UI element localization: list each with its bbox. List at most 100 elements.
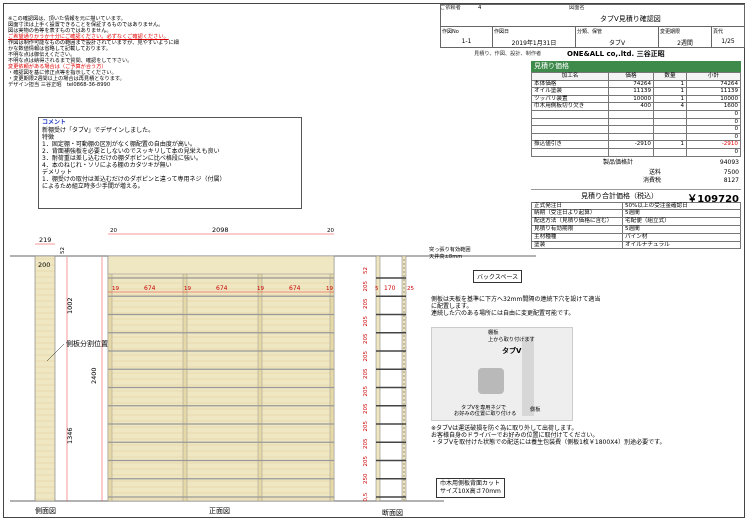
section-hole: [403, 483, 405, 485]
section-hole: [403, 479, 405, 481]
front-post: [182, 255, 188, 502]
front-height-label: 2400: [90, 367, 98, 384]
back-space-tag: バックスペース: [473, 270, 523, 283]
side-width-label: 219: [39, 236, 51, 244]
section-hole: [403, 319, 405, 321]
section-pitch-label: 205: [363, 368, 369, 379]
bay-width-3: 674: [289, 285, 301, 292]
section-hole: [403, 287, 405, 289]
section-hole: [403, 267, 405, 269]
section-hole: [403, 363, 405, 365]
photo-bracket: [478, 368, 504, 394]
tsuppari-label: 突っ張り有効範囲: [429, 247, 471, 253]
section-pitch-label: 205: [363, 421, 369, 432]
section-hole: [403, 419, 405, 421]
section-pitch-label: 52: [363, 267, 369, 274]
section-hole: [403, 343, 405, 345]
section-hole: [403, 375, 405, 377]
section-hole: [403, 455, 405, 457]
section-hole: [403, 491, 405, 493]
shipping-note-line: お客様自身のドライバーでお好みの位置に取付けてください。: [431, 432, 599, 439]
view-label-side: 側面図: [35, 506, 56, 515]
section-width-label: 170: [384, 285, 396, 292]
section-post-label: 5: [375, 286, 379, 292]
section-hole: [403, 323, 405, 325]
section-hole: [403, 399, 405, 401]
section-hole: [403, 275, 405, 277]
section-hole: [403, 427, 405, 429]
section-hole: [403, 383, 405, 385]
section-hole: [403, 311, 405, 313]
section-hole: [403, 431, 405, 433]
section-pitch-label: 250: [363, 473, 369, 484]
drawing-sheet: ご依頼者 4 図面名 タブV見積り確認図 作図No 1-1 作図日 2019年1月3…: [3, 3, 745, 518]
front-view: [107, 255, 335, 502]
section-hole: [403, 279, 405, 281]
hole-note-line: 側板は天板を基準に下方へ32mm間隔の連続下穴を設けて適当: [431, 296, 601, 303]
section-hole: [403, 447, 405, 449]
section-hole: [403, 463, 405, 465]
section-view: 52 205 205 205 205 205 205 205 205 205 205 205 250 0,…: [363, 255, 407, 502]
shipping-note-line: ・タブVを取付けた状態での配送には養生包装費（側板1枚￥1800X4）別途必要で…: [431, 439, 666, 446]
front-margin-right: 20: [327, 228, 334, 234]
post-width-2: 19: [184, 286, 191, 292]
hole-note: 側板は天板を基準に下方へ32mm間隔の連続下穴を設けて適当 に配置します。 連続…: [431, 296, 600, 317]
section-pitch-label: 205: [363, 386, 369, 397]
post-width-1: 19: [112, 286, 119, 292]
shipping-note-line: ※タブVは運送破損を防ぐ為に取り外して出荷します。: [431, 425, 578, 432]
section-hole: [403, 259, 405, 261]
section-hole: [403, 411, 405, 413]
section-pitch-label: 205: [363, 438, 369, 449]
bay-width-2: 674: [216, 285, 228, 292]
baseboard-cut-tag: 巾木用側板背面カット サイズ10X高さ70mm: [436, 478, 505, 498]
section-hole: [403, 335, 405, 337]
section-pitch-label: 205: [363, 351, 369, 362]
side-gap-label: 52: [60, 247, 66, 254]
section-hole: [403, 359, 405, 361]
section-hole: [403, 395, 405, 397]
baseboard-label: 巾木用側板背面カット: [440, 480, 501, 487]
section-hole: [403, 303, 405, 305]
section-hole: [403, 451, 405, 453]
section-hole: [403, 439, 405, 441]
section-pitch-label: 205: [363, 456, 369, 467]
section-hole: [403, 339, 405, 341]
section-hole: [403, 435, 405, 437]
section-hole: [403, 347, 405, 349]
section-gap-label: 25: [407, 286, 414, 292]
section-pitch-label: 205: [363, 333, 369, 344]
section-hole: [403, 379, 405, 381]
bay-width-1: 674: [144, 285, 156, 292]
front-post: [257, 255, 263, 502]
section-hole: [403, 371, 405, 373]
view-label-section: 断面図: [382, 508, 403, 517]
section-pitch-label: 205: [363, 316, 369, 327]
section-hole: [403, 407, 405, 409]
photo-shelf-label: 棚板: [488, 330, 499, 336]
divider-label: 側板分割位置: [66, 339, 108, 348]
hole-note-line: 連続した穴のある場所には自由に変更配置可能です。: [431, 310, 575, 317]
section-hole: [403, 415, 405, 417]
section-hole: [403, 499, 405, 501]
front-post: [107, 255, 113, 502]
photo-screw-label-2: お好みの位置に取り付ける: [454, 411, 517, 417]
section-pitch-label: 205: [363, 403, 369, 414]
section-hole: [403, 443, 405, 445]
baseboard-size: サイズ10X高さ70mm: [440, 488, 501, 495]
front-width-label: 2098: [212, 226, 229, 234]
section-hole: [403, 307, 405, 309]
section-hole: [403, 467, 405, 469]
photo-tab-label: タブV: [502, 347, 522, 355]
front-frame: [107, 255, 335, 502]
photo-shelf-sub: 上から取り付けます: [488, 337, 535, 343]
section-hole: [403, 471, 405, 473]
view-label-front: 正面図: [209, 507, 230, 515]
photo-side-label: 側板: [530, 407, 541, 413]
tsuppari-range: 天井高±8mm: [429, 254, 463, 260]
side-top-label: 200: [38, 261, 50, 269]
front-margin-left: 20: [110, 228, 117, 234]
section-pitch-label: 0,5: [363, 492, 369, 501]
section-hole: [403, 315, 405, 317]
section-hole: [403, 403, 405, 405]
post-width-3: 19: [257, 286, 264, 292]
